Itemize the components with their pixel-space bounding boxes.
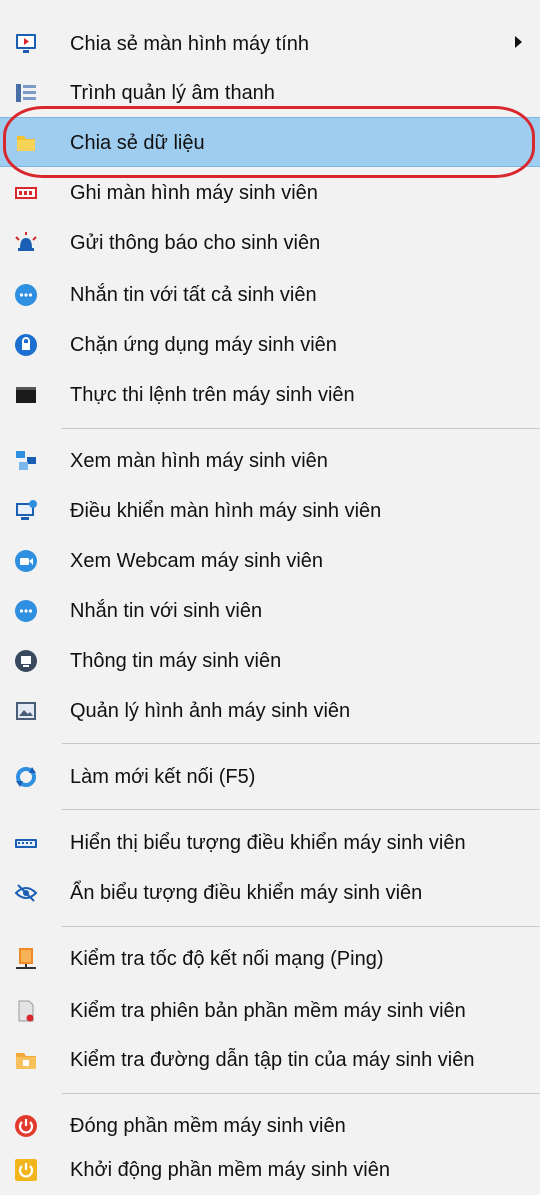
- power-off-icon: [15, 1115, 37, 1137]
- menu-separator: [62, 428, 540, 429]
- folder-icon: [17, 136, 35, 151]
- menu-item-label: Kiểm tra đường dẫn tập tin của máy sinh …: [70, 1049, 475, 1071]
- menu-separator: [62, 1093, 540, 1094]
- menu-separator: [62, 926, 540, 927]
- menu-item-control-screen[interactable]: Điều khiển màn hình máy sinh viên: [0, 486, 540, 536]
- menu-item-label: Ghi màn hình máy sinh viên: [70, 182, 318, 204]
- menu-item-image-manager[interactable]: Quản lý hình ảnh máy sinh viên: [0, 686, 540, 736]
- menu-item-label: Xem Webcam máy sinh viên: [70, 550, 324, 572]
- version-check-icon: [18, 1000, 34, 1022]
- view-screen-icon: [16, 451, 36, 470]
- menu-item-label: Thông tin máy sinh viên: [70, 650, 282, 672]
- menu-item-record-screen[interactable]: Ghi màn hình máy sinh viên: [0, 168, 540, 218]
- block-app-icon: [15, 334, 37, 356]
- menu-item-share-data[interactable]: Chia sẻ dữ liệu: [0, 117, 540, 167]
- monitor-share-icon: [16, 34, 36, 53]
- menu-item-label: Điều khiển màn hình máy sinh viên: [70, 500, 382, 522]
- menu-item-label: Chia sẻ dữ liệu: [70, 132, 205, 154]
- hide-eye-icon: [14, 884, 38, 902]
- file-path-icon: [16, 1053, 36, 1069]
- webcam-icon: [15, 550, 37, 572]
- menu-item-run-command[interactable]: Thực thi lệnh trên máy sinh viên: [0, 370, 540, 420]
- menu-item-label: Kiểm tra tốc độ kết nối mạng (Ping): [70, 948, 384, 970]
- submenu-arrow-icon: [515, 36, 522, 48]
- menu-item-label: Đóng phần mềm máy sinh viên: [70, 1115, 346, 1137]
- menu-item-label: Thực thi lệnh trên máy sinh viên: [70, 384, 355, 406]
- menu-separator: [62, 809, 540, 810]
- menu-item-label: Chặn ứng dụng máy sinh viên: [70, 334, 337, 356]
- menu-item-refresh[interactable]: Làm mới kết nối (F5): [0, 752, 540, 802]
- menu-item-view-webcam[interactable]: Xem Webcam máy sinh viên: [0, 536, 540, 586]
- alarm-icon: [15, 232, 37, 251]
- menu-item-label: Làm mới kết nối (F5): [70, 766, 256, 788]
- keyboard-icon: [15, 839, 37, 848]
- chat-icon: [15, 600, 37, 622]
- menu-item-message-student[interactable]: Nhắn tin với sinh viên: [0, 586, 540, 636]
- menu-item-machine-info[interactable]: Thông tin máy sinh viên: [0, 636, 540, 686]
- menu-item-label: Quản lý hình ảnh máy sinh viên: [70, 700, 351, 722]
- menu-item-hide-control-icon[interactable]: Ẩn biểu tượng điều khiển máy sinh viên: [0, 868, 540, 918]
- menu-item-show-control-icon[interactable]: Hiển thị biểu tượng điều khiển máy sinh …: [0, 818, 540, 868]
- menu-item-version-check[interactable]: Kiểm tra phiên bản phần mềm máy sinh viê…: [0, 986, 540, 1036]
- menu-item-view-screen[interactable]: Xem màn hình máy sinh viên: [0, 436, 540, 486]
- menu-item-label: Hiển thị biểu tượng điều khiển máy sinh …: [70, 832, 466, 854]
- menu-item-label: Chia sẻ màn hình máy tính: [70, 33, 310, 55]
- info-icon: [15, 650, 37, 672]
- menu-item-label: Nhắn tin với tất cả sinh viên: [70, 284, 317, 306]
- menu-item-label: Nhắn tin với sinh viên: [70, 600, 263, 622]
- menu-item-file-path[interactable]: Kiểm tra đường dẫn tập tin của máy sinh …: [0, 1035, 540, 1085]
- chat-bubble-icon: [15, 284, 37, 306]
- menu-item-message-all[interactable]: Nhắn tin với tất cả sinh viên: [0, 270, 540, 320]
- menu-item-start-software[interactable]: Khởi động phần mềm máy sinh viên: [0, 1145, 540, 1195]
- menu-item-send-notice[interactable]: Gửi thông báo cho sinh viên: [0, 218, 540, 268]
- menu-item-label: Trình quản lý âm thanh: [70, 82, 275, 104]
- audio-manager-icon: [16, 84, 36, 102]
- menu-item-label: Xem màn hình máy sinh viên: [70, 450, 328, 472]
- menu-item-audio-manager[interactable]: Trình quản lý âm thanh: [0, 68, 540, 118]
- network-ping-icon: [16, 948, 36, 969]
- record-screen-icon: [15, 187, 37, 199]
- refresh-icon: [16, 767, 36, 787]
- menu-item-close-software[interactable]: Đóng phần mềm máy sinh viên: [0, 1101, 540, 1151]
- menu-item-label: Khởi động phần mềm máy sinh viên: [70, 1159, 390, 1181]
- menu-item-label: Ẩn biểu tượng điều khiển máy sinh viên: [70, 882, 423, 904]
- menu-item-ping[interactable]: Kiểm tra tốc độ kết nối mạng (Ping): [0, 934, 540, 984]
- menu-item-label: Gửi thông báo cho sinh viên: [70, 232, 321, 254]
- terminal-icon: [16, 387, 36, 403]
- menu-item-share-screen[interactable]: Chia sẻ màn hình máy tính: [0, 19, 540, 69]
- menu-item-label: Kiểm tra phiên bản phần mềm máy sinh viê…: [70, 1000, 466, 1022]
- context-menu: Chia sẻ màn hình máy tính Trình quản lý …: [0, 0, 540, 1193]
- remote-control-icon: [16, 500, 37, 520]
- image-manager-icon: [16, 702, 36, 720]
- menu-separator: [62, 743, 540, 744]
- power-on-icon: [15, 1159, 37, 1181]
- menu-item-block-app[interactable]: Chặn ứng dụng máy sinh viên: [0, 320, 540, 370]
